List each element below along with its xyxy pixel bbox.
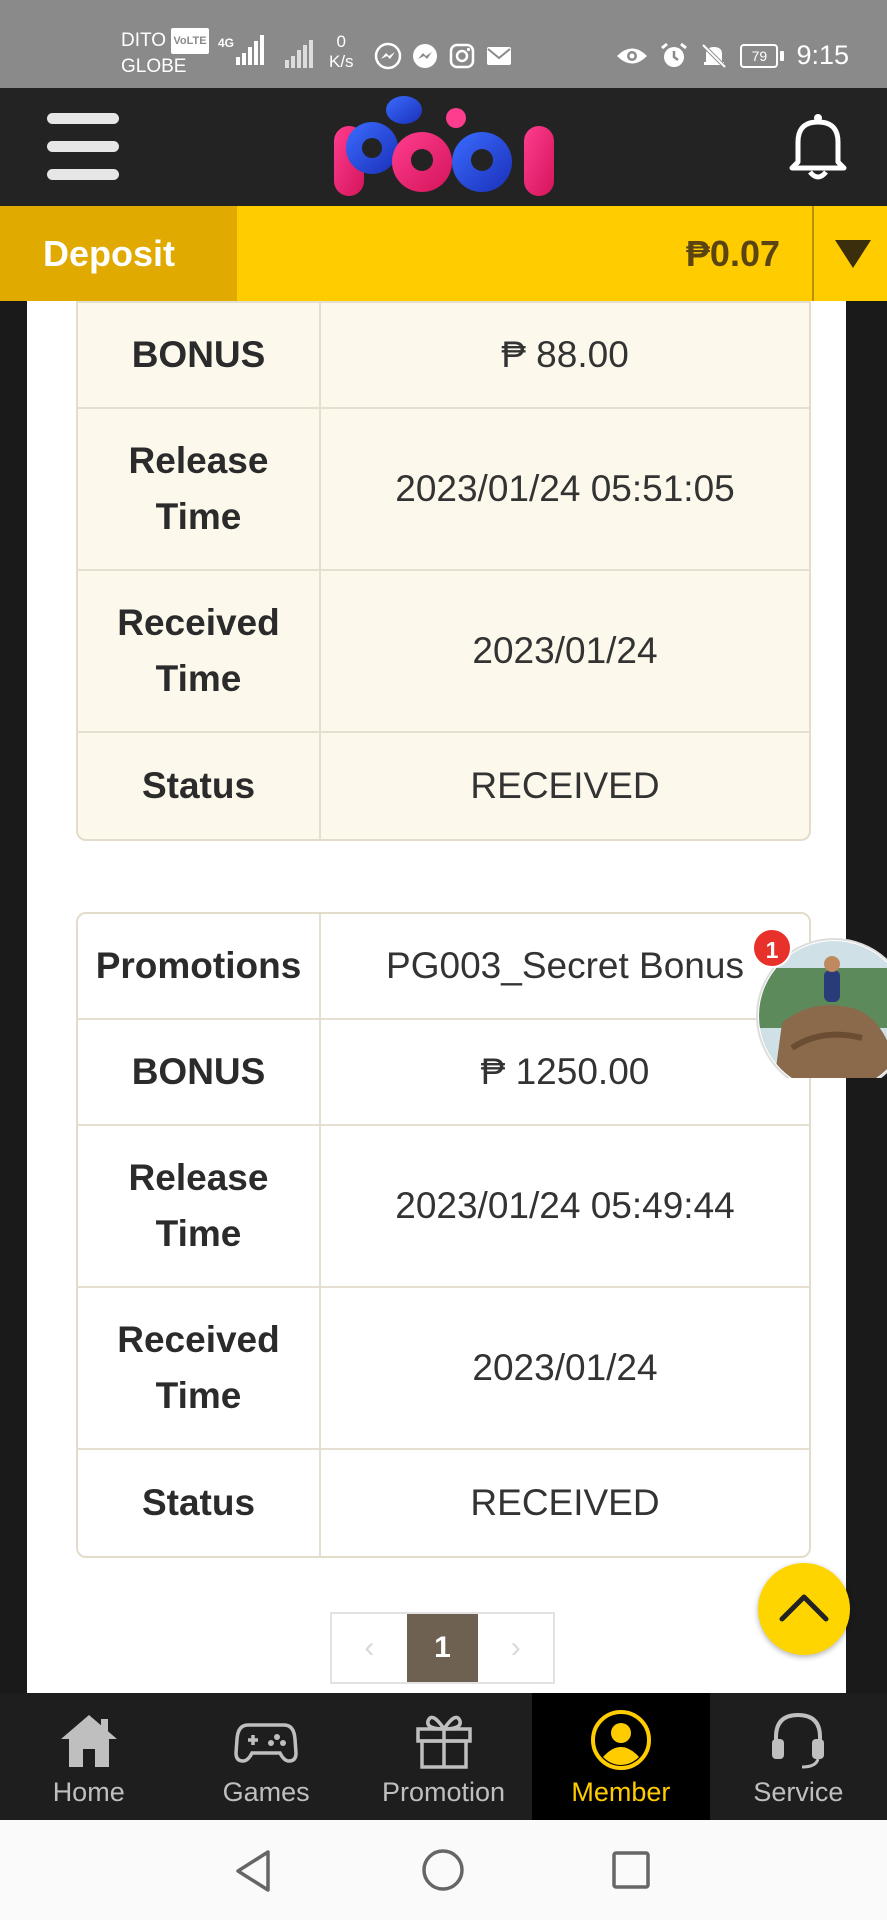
clock: 9:15 bbox=[796, 40, 849, 70]
promotion-name: PG003_Secret Bonus bbox=[386, 945, 744, 986]
bottom-navigation: Home Games Promotion Member Service bbox=[0, 1693, 887, 1820]
row-label: BONUS bbox=[78, 1020, 321, 1124]
gift-icon bbox=[415, 1715, 472, 1769]
home-icon bbox=[60, 1715, 117, 1767]
received-time-value: 2023/01/24 bbox=[472, 630, 658, 671]
deposit-button[interactable]: Deposit bbox=[0, 206, 237, 301]
record-row-promotion: Promotions PG003_Secret Bonus bbox=[78, 914, 809, 1020]
nav-games-label: Games bbox=[222, 1777, 310, 1807]
signal-icon bbox=[285, 40, 313, 68]
bonus-amount: ₱ 88.00 bbox=[501, 334, 629, 375]
volte-badge: VoLTE bbox=[171, 28, 209, 54]
bonus-record-card: BONUS ₱ 88.00 Release Time 2023/01/24 05… bbox=[76, 301, 811, 841]
record-row-received-time: Received Time 2023/01/24 bbox=[78, 1288, 809, 1450]
record-row-bonus: BONUS ₱ 1250.00 bbox=[78, 1020, 809, 1126]
messenger-icon bbox=[374, 42, 402, 70]
headset-icon bbox=[772, 1712, 825, 1769]
release-time-value: 2023/01/24 05:51:05 bbox=[395, 468, 735, 509]
prev-page-button[interactable]: ‹ bbox=[332, 1614, 407, 1682]
deposit-bar: Deposit ₱0.07 bbox=[0, 206, 887, 301]
back-icon[interactable] bbox=[232, 1848, 274, 1894]
nav-promotion[interactable]: Promotion bbox=[355, 1693, 532, 1820]
system-navigation-bar bbox=[0, 1820, 887, 1920]
left-gutter bbox=[0, 301, 27, 1693]
home-circle-icon[interactable] bbox=[420, 1847, 466, 1893]
current-page-button[interactable]: 1 bbox=[406, 1614, 479, 1682]
caret-down-icon bbox=[835, 240, 871, 268]
record-row-received-time: Received Time 2023/01/24 bbox=[78, 571, 809, 733]
row-label: Promotions bbox=[78, 914, 321, 1018]
nav-service[interactable]: Service bbox=[710, 1693, 887, 1820]
app-header bbox=[0, 88, 887, 206]
nav-promotion-label: Promotion bbox=[381, 1777, 506, 1807]
nav-service-label: Service bbox=[753, 1777, 844, 1807]
instagram-icon bbox=[449, 43, 475, 69]
notification-icons bbox=[374, 42, 513, 70]
row-label: Received Time bbox=[78, 571, 321, 731]
record-row-release-time: Release Time 2023/01/24 05:49:44 bbox=[78, 1126, 809, 1288]
chevron-up-icon bbox=[779, 1594, 829, 1622]
bell-icon[interactable] bbox=[786, 112, 850, 182]
balance-dropdown-button[interactable] bbox=[812, 206, 887, 301]
row-label: Received Time bbox=[78, 1288, 321, 1448]
record-row-release-time: Release Time 2023/01/24 05:51:05 bbox=[78, 409, 809, 571]
system-icons: 79 9:15 bbox=[616, 40, 849, 71]
bonus-record-card: Promotions PG003_Secret Bonus BONUS ₱ 12… bbox=[76, 912, 811, 1558]
chat-unread-badge: 1 bbox=[752, 928, 792, 968]
record-row-status: Status RECEIVED bbox=[78, 1450, 809, 1556]
row-label: Release Time bbox=[78, 1126, 321, 1286]
bonus-amount: ₱ 1250.00 bbox=[480, 1051, 650, 1092]
member-icon bbox=[590, 1710, 651, 1770]
nav-member-label: Member bbox=[571, 1777, 671, 1807]
gamepad-icon bbox=[234, 1723, 298, 1763]
scroll-to-top-button[interactable] bbox=[758, 1563, 850, 1655]
recent-apps-icon[interactable] bbox=[611, 1850, 651, 1890]
pagination: ‹ 1 › bbox=[330, 1612, 555, 1684]
speed-value: 0 bbox=[336, 32, 347, 51]
wallet-balance: ₱0.07 bbox=[685, 233, 780, 274]
speed-unit: K/s bbox=[329, 52, 354, 71]
status-value: RECEIVED bbox=[470, 765, 660, 806]
carrier-2: GLOBE bbox=[121, 56, 187, 77]
nav-member[interactable]: Member bbox=[532, 1693, 710, 1820]
network-type: 4G bbox=[218, 36, 234, 50]
bonus-records-list[interactable]: BONUS ₱ 88.00 Release Time 2023/01/24 05… bbox=[27, 301, 846, 1693]
row-label: Release Time bbox=[78, 409, 321, 569]
carrier-info: DITO VoLTE GLOBE bbox=[121, 28, 209, 80]
eye-icon bbox=[617, 48, 648, 63]
messenger-icon-2 bbox=[413, 44, 437, 68]
mute-bell-icon bbox=[702, 43, 727, 68]
record-row-status: Status RECEIVED bbox=[78, 733, 809, 839]
row-label: Status bbox=[78, 733, 321, 839]
brand-logo[interactable] bbox=[324, 88, 564, 206]
carrier-1: DITO bbox=[121, 30, 167, 51]
record-row-bonus: BONUS ₱ 88.00 bbox=[78, 303, 809, 409]
alarm-icon bbox=[661, 42, 688, 67]
status-value: RECEIVED bbox=[470, 1482, 660, 1523]
nav-games[interactable]: Games bbox=[177, 1693, 354, 1820]
signal-4g-icon: 4G bbox=[218, 35, 264, 65]
status-bar: DITO VoLTE GLOBE 4G 0 K/s 79 9:15 bbox=[0, 0, 887, 88]
received-time-value: 2023/01/24 bbox=[472, 1347, 658, 1388]
mail-icon bbox=[487, 47, 511, 65]
battery-level: 79 bbox=[740, 43, 779, 68]
network-speed: 0 K/s bbox=[329, 32, 354, 72]
row-label: BONUS bbox=[78, 303, 321, 407]
row-label: Status bbox=[78, 1450, 321, 1556]
release-time-value: 2023/01/24 05:49:44 bbox=[395, 1185, 735, 1226]
battery-icon: 79 bbox=[740, 43, 785, 68]
nav-home[interactable]: Home bbox=[0, 1693, 177, 1820]
hamburger-menu-icon[interactable] bbox=[47, 113, 119, 181]
nav-home-label: Home bbox=[52, 1777, 125, 1807]
next-page-button[interactable]: › bbox=[478, 1614, 553, 1682]
